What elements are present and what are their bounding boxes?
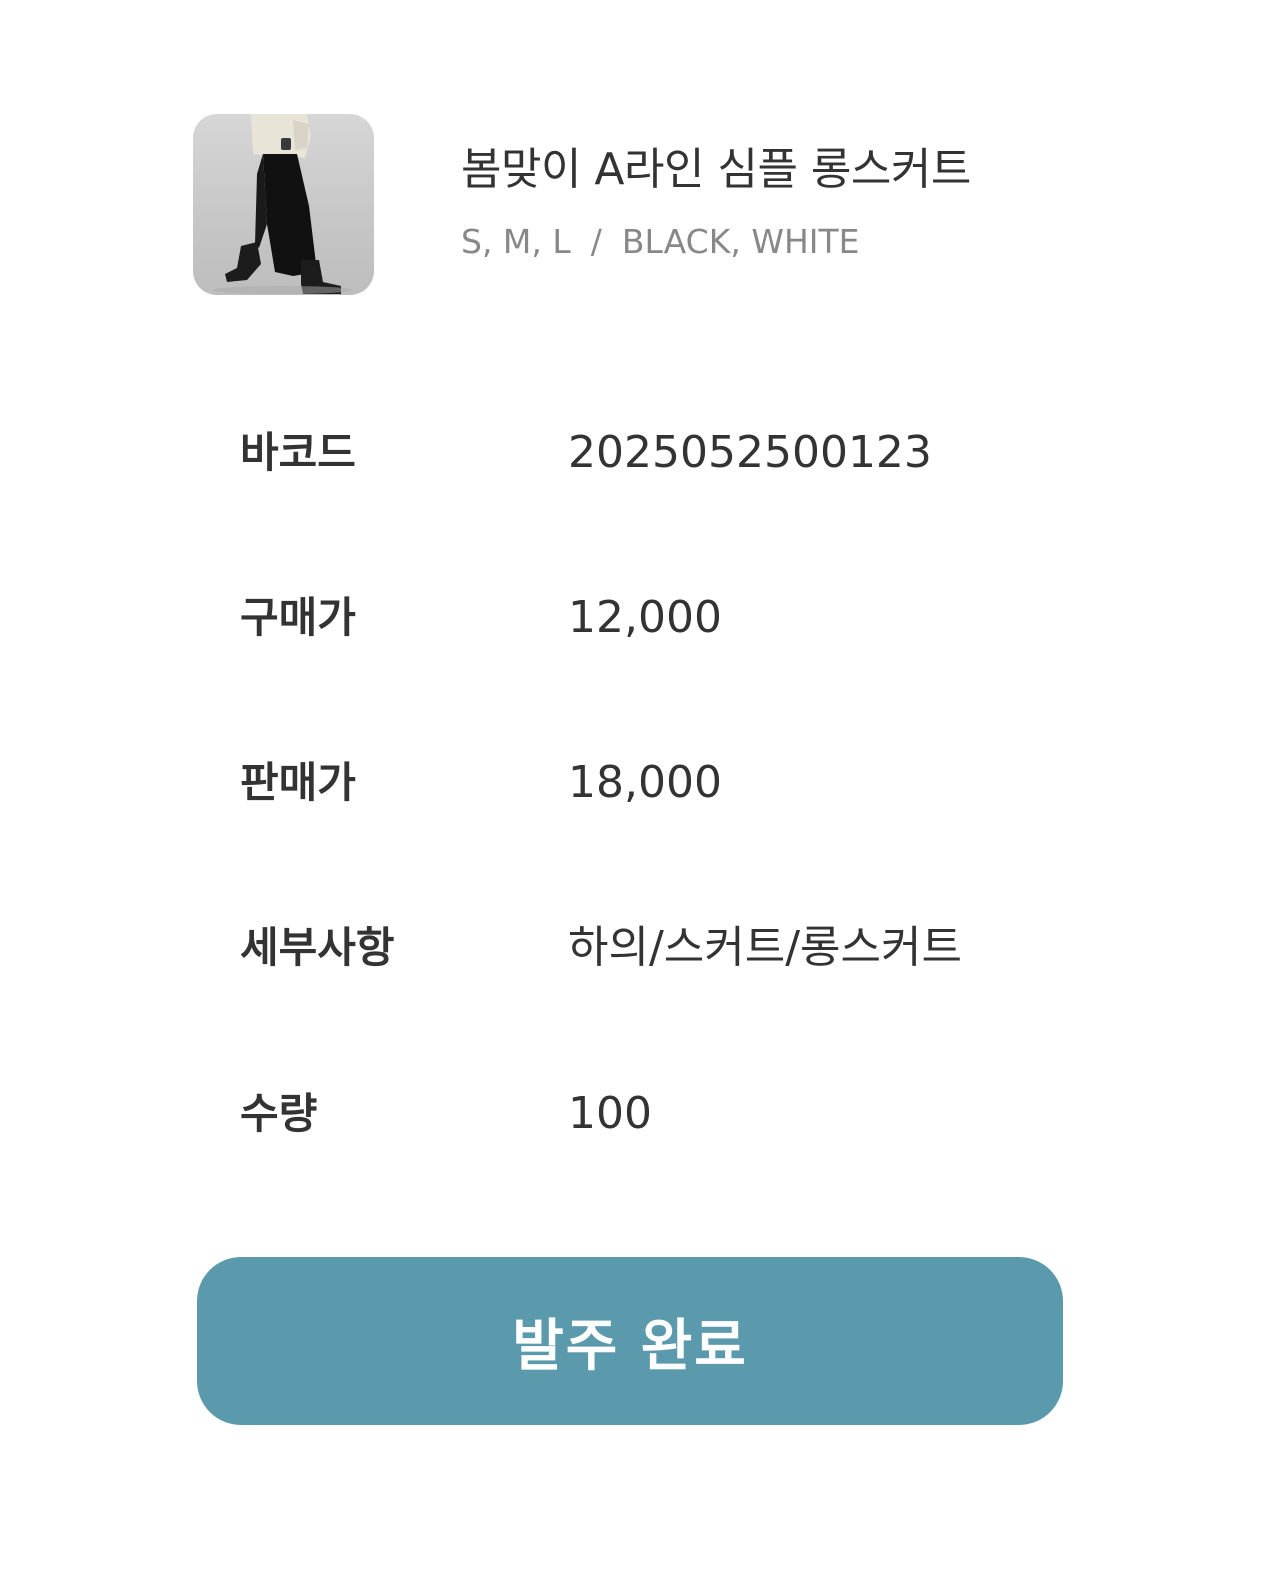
detail-row-barcode: 바코드 2025052500123: [240, 418, 1080, 488]
product-title: 봄맞이 A라인 심플 롱스커트: [461, 144, 971, 195]
product-options: S, M, L / BLACK, WHITE: [461, 220, 860, 264]
product-header: 봄맞이 A라인 심플 롱스커트 S, M, L / BLACK, WHITE: [193, 114, 1093, 296]
quantity-label: 수량: [240, 1089, 318, 1138]
barcode-label: 바코드: [240, 428, 356, 477]
order-complete-button[interactable]: 발주 완료: [197, 1257, 1063, 1425]
product-colors: BLACK, WHITE: [621, 222, 860, 261]
product-image: [193, 114, 374, 295]
detail-row-category: 세부사항 하의/스커트/롱스커트: [240, 913, 1080, 983]
detail-row-sale-price: 판매가 18,000: [240, 748, 1080, 818]
option-separator: /: [590, 222, 602, 261]
category-value: 하의/스커트/롱스커트: [568, 922, 962, 973]
barcode-value: 2025052500123: [568, 427, 932, 478]
purchase-price-value: 12,000: [568, 592, 722, 643]
product-sizes: S, M, L: [461, 222, 571, 261]
purchase-price-label: 구매가: [240, 593, 356, 642]
sale-price-label: 판매가: [240, 758, 356, 807]
category-label: 세부사항: [240, 923, 395, 972]
sale-price-value: 18,000: [568, 757, 722, 808]
detail-row-quantity: 수량 100: [240, 1079, 1080, 1149]
detail-row-purchase-price: 구매가 12,000: [240, 583, 1080, 653]
quantity-value: 100: [568, 1088, 652, 1139]
